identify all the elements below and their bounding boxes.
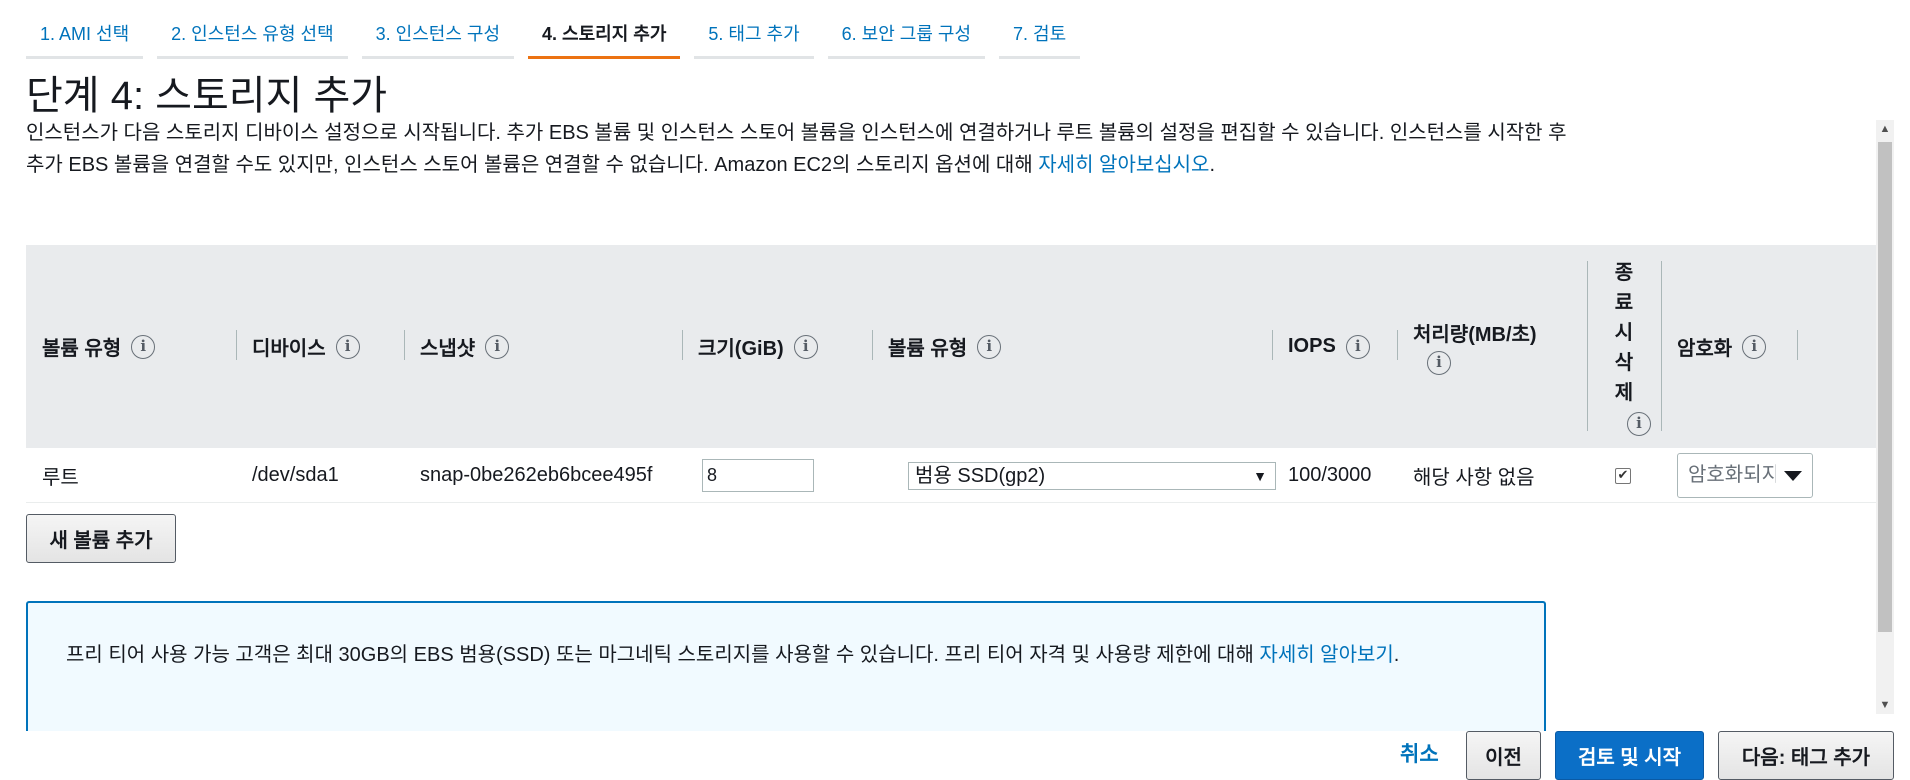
volume-type-value: 범용 SSD(gp2) (915, 464, 1046, 487)
header-delete-char: 삭 (1614, 351, 1634, 374)
cell-snapshot: snap-0be262eb6bcee495f (420, 464, 653, 486)
column-divider (872, 330, 873, 360)
info-icon[interactable]: i (131, 334, 156, 359)
header-delete-char: 제 (1614, 381, 1634, 404)
header-volume-type: 볼륨 유형 i (26, 245, 236, 448)
column-divider (1587, 261, 1588, 431)
encryption-select[interactable]: 암호화되지 않음 (1677, 453, 1813, 498)
cancel-link[interactable]: 취소 (1400, 738, 1439, 768)
header-device: 디바이스 i (236, 245, 404, 448)
learn-more-storage-link[interactable]: 자세히 알아보십시오 (1038, 154, 1209, 176)
header-encryption-label: 암호화 (1677, 338, 1733, 360)
free-tier-end: . (1393, 644, 1400, 666)
header-iops-label: IOPS (1288, 335, 1336, 357)
column-divider (236, 330, 237, 360)
column-divider (404, 330, 405, 360)
column-divider (1797, 330, 1798, 360)
content-scrollbar[interactable]: ▲ ▼ (1876, 120, 1894, 714)
info-icon[interactable]: i (485, 334, 510, 359)
column-divider (1661, 261, 1662, 431)
cell-device: /dev/sda1 (252, 464, 339, 486)
delete-on-termination-checkbox[interactable]: ✔ (1615, 467, 1631, 484)
header-delete-char: 료 (1614, 291, 1634, 314)
free-tier-text: 프리 티어 사용 가능 고객은 최대 30GB의 EBS 범용(SSD) 또는 … (66, 644, 1260, 666)
previous-button[interactable]: 이전 (1466, 731, 1541, 780)
cell-throughput: 해당 사항 없음 (1413, 467, 1535, 489)
info-icon[interactable]: i (1742, 334, 1767, 359)
size-input[interactable] (702, 459, 814, 492)
column-divider (1272, 330, 1273, 360)
volume-type-select[interactable]: 범용 SSD(gp2) ▼ (908, 461, 1276, 490)
cell-volume-kind: 범용 SSD(gp2) ▼ (872, 448, 1276, 503)
cell-size (682, 448, 814, 503)
header-snapshot-label: 스냅샷 (420, 338, 476, 360)
header-size: 크기(GiB) i (682, 245, 872, 448)
cell-encryption: 암호화되지 않음 (1661, 448, 1813, 503)
chevron-down-icon: ▼ (1253, 467, 1267, 484)
description-end: . (1209, 154, 1216, 176)
header-delete-on-termination: 종 료 시 삭 제 i (1587, 245, 1661, 448)
review-and-launch-button[interactable]: 검토 및 시작 (1555, 731, 1704, 780)
tab-choose-ami[interactable]: 1. AMI 선택 (26, 0, 144, 59)
next-add-tags-button[interactable]: 다음: 태그 추가 (1718, 731, 1894, 780)
tab-choose-instance-type[interactable]: 2. 인스턴스 유형 선택 (157, 0, 348, 59)
add-new-volume-button[interactable]: 새 볼륨 추가 (26, 514, 176, 563)
header-delete-char: 종 (1614, 261, 1634, 284)
cell-volume-type: 루트 (42, 467, 79, 489)
free-tier-info-box: 프리 티어 사용 가능 고객은 최대 30GB의 EBS 범용(SSD) 또는 … (26, 601, 1546, 731)
info-icon[interactable]: i (1345, 334, 1370, 359)
description-text: 인스턴스가 다음 스토리지 디바이스 설정으로 시작됩니다. 추가 EBS 볼륨… (26, 122, 1567, 176)
info-icon[interactable]: i (1427, 351, 1451, 375)
tab-add-storage[interactable]: 4. 스토리지 추가 (528, 0, 681, 59)
scroll-thumb[interactable] (1878, 142, 1892, 632)
cell-delete-on-termination: ✔ (1587, 448, 1631, 503)
header-device-label: 디바이스 (252, 338, 326, 360)
cell-iops: 100/3000 (1288, 464, 1372, 486)
info-icon[interactable]: i (793, 334, 818, 359)
header-volume-kind: 볼륨 유형 i (872, 245, 1272, 448)
column-divider (682, 330, 683, 360)
scroll-up-arrow-icon[interactable]: ▲ (1876, 120, 1894, 138)
header-encryption: 암호화 i (1661, 245, 1845, 448)
header-volume-type-label: 볼륨 유형 (42, 338, 122, 360)
header-snapshot: 스냅샷 i (404, 245, 682, 448)
header-throughput: 처리량(MB/초) i (1397, 245, 1587, 448)
table-header: 볼륨 유형 i 디바이스 i 스냅샷 i 크기(GiB) i 볼륨 유형 i I… (26, 245, 1876, 448)
scroll-down-arrow-icon[interactable]: ▼ (1876, 696, 1894, 714)
tab-configure-security-group[interactable]: 6. 보안 그룹 구성 (827, 0, 986, 59)
wizard-tabs: 1. AMI 선택 2. 인스턴스 유형 선택 3. 인스턴스 구성 4. 스토… (26, 0, 1081, 59)
info-icon[interactable]: i (335, 334, 360, 359)
header-volume-kind-label: 볼륨 유형 (888, 338, 968, 360)
free-tier-learn-more-link[interactable]: 자세히 알아보기 (1259, 644, 1393, 666)
page-title: 단계 4: 스토리지 추가 (26, 74, 388, 118)
header-throughput-stack: 처리량(MB/초) i (1413, 318, 1537, 375)
page-description: 인스턴스가 다음 스토리지 디바이스 설정으로 시작됩니다. 추가 EBS 볼륨… (26, 117, 1571, 181)
tab-review[interactable]: 7. 검토 (999, 0, 1081, 59)
header-iops: IOPS i (1272, 245, 1397, 448)
info-icon[interactable]: i (1627, 411, 1651, 436)
caret-down-icon (1784, 471, 1802, 481)
column-divider (1397, 330, 1398, 360)
tab-configure-instance[interactable]: 3. 인스턴스 구성 (361, 0, 515, 59)
info-icon[interactable]: i (977, 334, 1002, 359)
encryption-value: 암호화되지 않음 (1688, 464, 1776, 486)
header-size-label: 크기(GiB) (698, 338, 784, 360)
tab-add-tags[interactable]: 5. 태그 추가 (694, 0, 814, 59)
header-delete-char: 시 (1614, 321, 1634, 344)
table-row: 루트 /dev/sda1 snap-0be262eb6bcee495f 범용 S… (26, 448, 1876, 503)
storage-table: 볼륨 유형 i 디바이스 i 스냅샷 i 크기(GiB) i 볼륨 유형 i I… (26, 245, 1876, 503)
header-throughput-label: 처리량(MB/초) (1413, 324, 1537, 346)
